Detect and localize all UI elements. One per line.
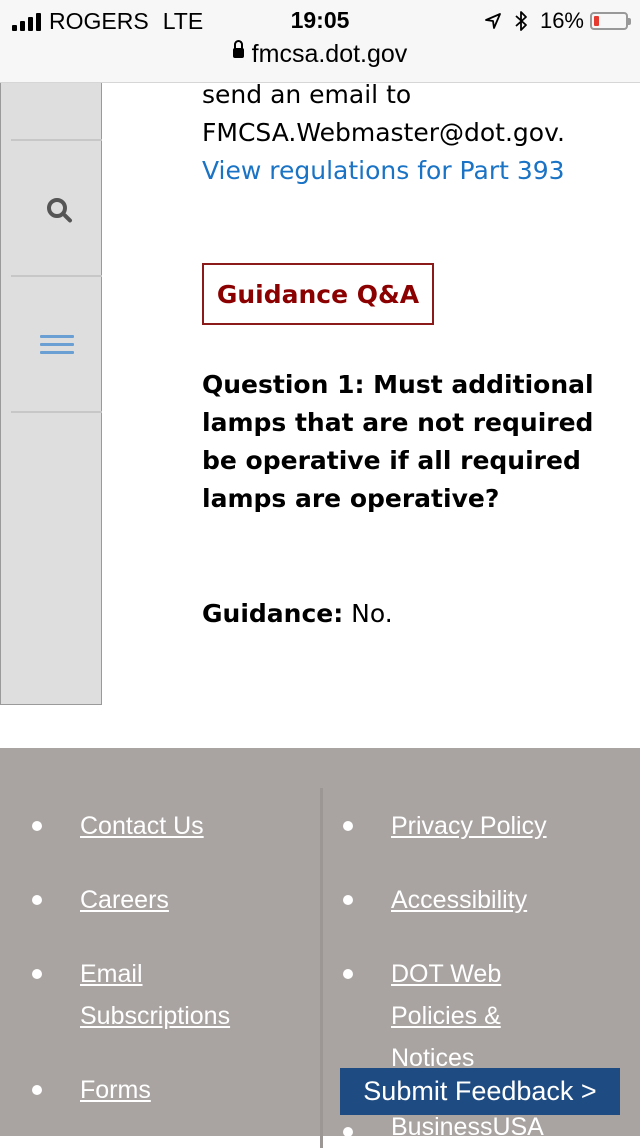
- regulations-link[interactable]: View regulations for Part 393: [202, 156, 565, 185]
- side-search-button[interactable]: [11, 141, 102, 277]
- status-icons: 16%: [484, 8, 631, 34]
- location-arrow-icon: [485, 13, 501, 29]
- status-bar: ROGERS LTE 19:05 16% fmcsa.dot.gov: [0, 0, 640, 83]
- search-icon: [46, 198, 67, 218]
- footer-link-email-subscriptions[interactable]: Email Subscriptions: [80, 953, 280, 1037]
- bullet-icon: [32, 821, 42, 831]
- contact-text: send an email to FMCSA.Webmaster@dot.gov…: [202, 76, 565, 190]
- footer-link-dot-web-policies[interactable]: DOT Web Policies & Notices: [391, 953, 561, 1079]
- footer-divider: [320, 788, 323, 1148]
- bullet-icon: [32, 1085, 42, 1095]
- intro-line-1: send an email to: [202, 80, 412, 109]
- battery-percent: 16%: [539, 8, 584, 33]
- guidance-answer-text: No.: [343, 599, 393, 628]
- side-menu-button[interactable]: [11, 277, 102, 413]
- guidance-answer: Guidance: No.: [202, 595, 393, 633]
- footer-link-privacy-policy[interactable]: Privacy Policy: [391, 805, 547, 847]
- address-bar[interactable]: fmcsa.dot.gov: [0, 40, 640, 69]
- question-text: Question 1: Must additional lamps that a…: [202, 370, 594, 513]
- bullet-icon: [343, 895, 353, 905]
- menu-icon: [39, 334, 74, 354]
- submit-feedback-button[interactable]: Submit Feedback >: [340, 1068, 620, 1115]
- footer-link-careers[interactable]: Careers: [80, 879, 169, 921]
- guidance-qa-header: Guidance Q&A: [202, 263, 434, 325]
- bullet-icon: [343, 969, 353, 979]
- footer-link-contact-us[interactable]: Contact Us: [80, 805, 204, 847]
- bullet-icon: [343, 821, 353, 831]
- guidance-label: Guidance:: [202, 599, 344, 628]
- footer-link-forms[interactable]: Forms: [80, 1069, 151, 1111]
- bullet-icon: [32, 895, 42, 905]
- side-panel: [0, 83, 102, 705]
- bullet-icon: [32, 969, 42, 979]
- url-text: fmcsa.dot.gov: [251, 40, 408, 68]
- battery-level: [594, 16, 599, 26]
- side-panel-top-item[interactable]: [11, 83, 102, 141]
- lock-icon: [232, 40, 244, 59]
- bluetooth-icon: [515, 11, 527, 31]
- intro-line-2: FMCSA.Webmaster@dot.gov.: [202, 118, 565, 147]
- footer-link-accessibility[interactable]: Accessibility: [391, 879, 527, 921]
- battery-icon: [590, 12, 631, 30]
